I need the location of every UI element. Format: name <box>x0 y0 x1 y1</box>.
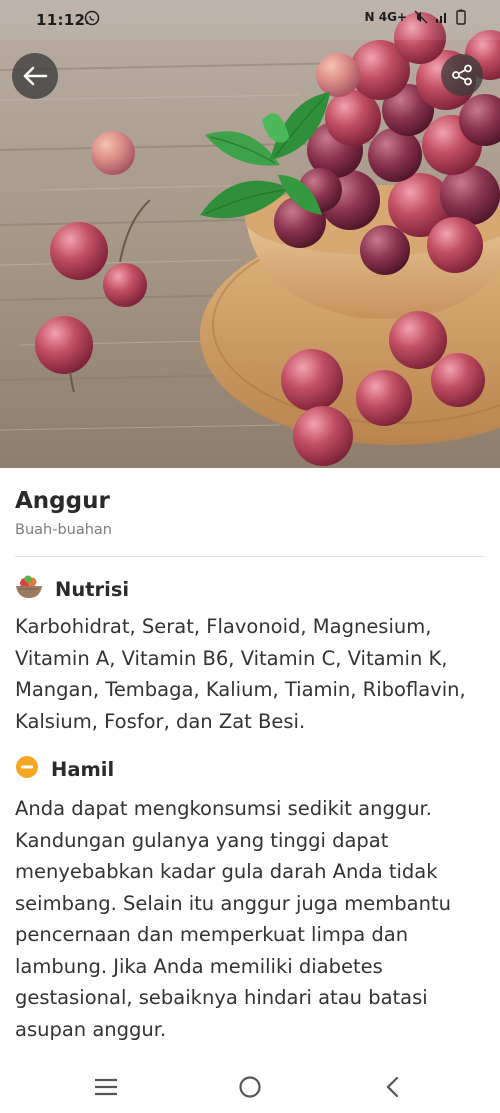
nutrition-section-title: Nutrisi <box>55 577 130 601</box>
arrow-left-icon <box>23 66 48 86</box>
system-back-button[interactable] <box>363 1060 423 1113</box>
nutrition-text: Karbohidrat, Serat, Flavonoid, Magnesium… <box>15 615 466 733</box>
status-network-text: N 4G+ <box>364 10 407 24</box>
status-indicators: N 4G+ <box>365 9 466 25</box>
nutrition-section-header: Nutrisi <box>15 574 129 604</box>
recent-apps-button[interactable] <box>76 1060 136 1113</box>
hero-image <box>0 0 500 468</box>
chevron-left-icon <box>386 1076 399 1097</box>
food-category: Buah-buahan <box>15 522 112 538</box>
pregnancy-section-title: Hamil <box>51 757 115 781</box>
mute-icon <box>414 10 428 24</box>
pregnancy-text: Anda dapat mengkonsumsi sedikit anggur. … <box>15 797 451 1041</box>
status-bar: 11:12 N 4G+ <box>0 0 500 40</box>
fruit-basket-icon <box>15 574 43 604</box>
share-icon <box>452 64 472 86</box>
grapes-photo <box>0 0 500 468</box>
food-title: Anggur <box>15 488 110 514</box>
system-nav-bar <box>0 1060 500 1113</box>
whatsapp-notification-icon <box>84 10 100 30</box>
back-button[interactable] <box>12 53 58 99</box>
caution-minus-icon <box>15 755 39 783</box>
divider <box>15 556 485 557</box>
status-time: 11:12 <box>36 11 86 29</box>
signal-icon <box>436 13 446 23</box>
home-circle-icon <box>239 1075 261 1098</box>
menu-icon <box>95 1078 117 1095</box>
home-button[interactable] <box>220 1060 280 1113</box>
battery-icon <box>456 9 466 25</box>
pregnancy-section-header: Hamil <box>15 755 114 783</box>
share-button[interactable] <box>441 54 483 96</box>
